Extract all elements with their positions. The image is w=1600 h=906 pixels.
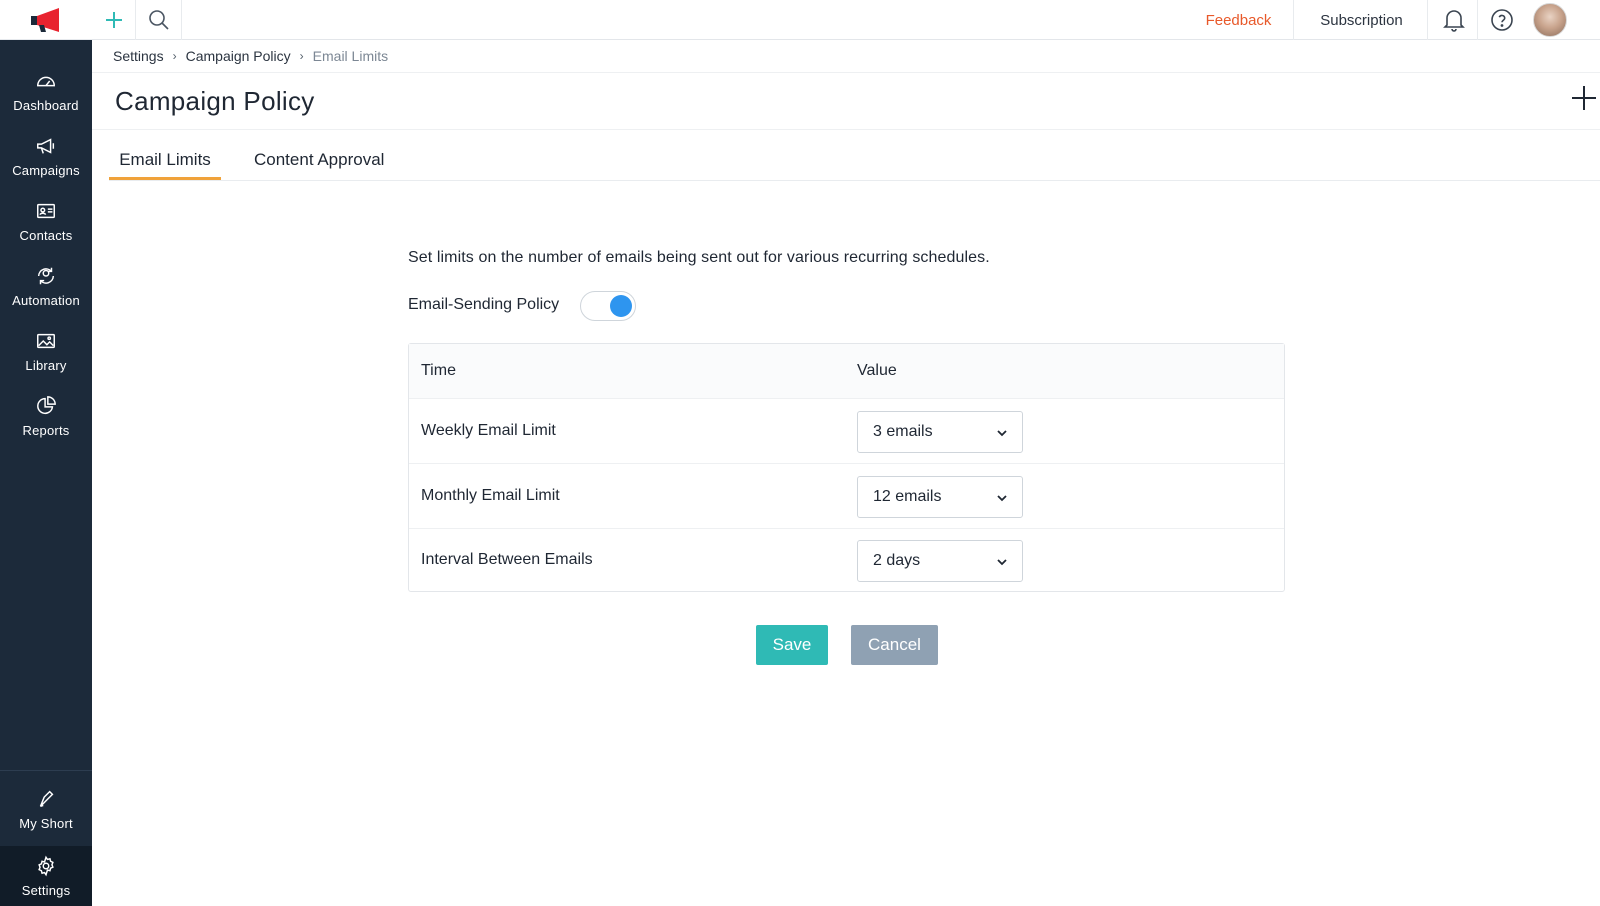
sidebar-item-reports[interactable]: Reports bbox=[0, 383, 92, 449]
email-sending-policy-label: Email-Sending Policy bbox=[408, 296, 560, 313]
breadcrumb-separator-icon: › bbox=[299, 49, 304, 63]
sidebar-item-campaigns[interactable]: Campaigns bbox=[0, 123, 92, 189]
sidebar-item-label: Library bbox=[25, 357, 67, 373]
select-value: 12 emails bbox=[873, 488, 942, 505]
sidebar-item-dashboard[interactable]: Dashboard bbox=[0, 58, 92, 124]
toggle-knob bbox=[610, 295, 632, 317]
add-icon[interactable] bbox=[1570, 84, 1598, 112]
weekly-limit-select[interactable]: 3 emails bbox=[857, 411, 1023, 453]
row-label: Interval Between Emails bbox=[421, 551, 593, 568]
email-sending-policy-toggle[interactable] bbox=[580, 291, 636, 321]
sidebar-item-label: Campaigns bbox=[12, 162, 80, 178]
tab-content-approval[interactable]: Content Approval bbox=[254, 140, 404, 180]
table-row-interval: Interval Between Emails 2 days bbox=[409, 529, 1284, 593]
topbar: Feedback Subscription bbox=[92, 0, 1600, 40]
sidebar-item-label: Reports bbox=[22, 422, 70, 438]
shortcut-icon bbox=[39, 790, 54, 807]
avatar bbox=[1533, 3, 1567, 37]
interval-select[interactable]: 2 days bbox=[857, 540, 1023, 582]
feedback-link[interactable]: Feedback bbox=[1184, 0, 1294, 40]
sidebar-item-automation[interactable]: Automation bbox=[0, 253, 92, 319]
sidebar-item-label: Settings bbox=[21, 882, 71, 898]
sidebar-item-my-short[interactable]: My Short bbox=[0, 776, 92, 842]
automation-icon bbox=[37, 267, 55, 284]
help-icon bbox=[1491, 9, 1513, 31]
notifications-button[interactable] bbox=[1430, 0, 1478, 40]
breadcrumb-settings[interactable]: Settings bbox=[113, 48, 164, 64]
email-limits-table: Time Value Weekly Email Limit 3 emails M… bbox=[408, 343, 1285, 592]
sidebar-item-label: Automation bbox=[12, 292, 80, 308]
row-label: Weekly Email Limit bbox=[421, 422, 556, 439]
sidebar-item-library[interactable]: Library bbox=[0, 318, 92, 384]
save-button[interactable]: Save bbox=[756, 625, 828, 665]
select-value: 2 days bbox=[873, 552, 921, 569]
app-logo[interactable] bbox=[0, 0, 92, 40]
breadcrumb-separator-icon: › bbox=[172, 49, 177, 63]
column-header-time: Time bbox=[421, 362, 456, 379]
pie-chart-icon bbox=[37, 395, 56, 414]
sidebar: Dashboard Campaigns Contacts Automation … bbox=[0, 0, 92, 906]
plus-icon bbox=[105, 12, 122, 28]
bell-icon bbox=[1442, 10, 1465, 32]
sidebar-item-label: My Short bbox=[19, 815, 73, 831]
help-button[interactable] bbox=[1478, 0, 1526, 40]
monthly-limit-select[interactable]: 12 emails bbox=[857, 476, 1023, 518]
image-icon bbox=[37, 333, 55, 348]
table-header: Time Value bbox=[409, 344, 1284, 399]
sidebar-item-label: Contacts bbox=[19, 227, 73, 243]
column-header-value: Value bbox=[857, 362, 897, 379]
breadcrumb: Settings › Campaign Policy › Email Limit… bbox=[113, 46, 388, 66]
megaphone-icon bbox=[37, 137, 55, 154]
search-icon bbox=[148, 10, 169, 30]
divider bbox=[92, 129, 1600, 130]
sidebar-divider bbox=[0, 770, 92, 771]
sidebar-item-contacts[interactable]: Contacts bbox=[0, 188, 92, 254]
cancel-button[interactable]: Cancel bbox=[851, 625, 938, 665]
chevron-down-icon bbox=[997, 430, 1007, 437]
tabs-divider bbox=[109, 180, 1600, 181]
quick-create-button[interactable] bbox=[92, 0, 136, 40]
select-value: 3 emails bbox=[873, 423, 933, 440]
table-row-monthly: Monthly Email Limit 12 emails bbox=[409, 465, 1284, 529]
chevron-down-icon bbox=[997, 559, 1007, 566]
megaphone-logo-icon bbox=[31, 7, 59, 32]
row-label: Monthly Email Limit bbox=[421, 487, 560, 504]
sidebar-item-settings[interactable]: Settings bbox=[0, 846, 92, 906]
page-title: Campaign Policy bbox=[115, 86, 315, 116]
table-row-weekly: Weekly Email Limit 3 emails bbox=[409, 400, 1284, 464]
tab-email-limits[interactable]: Email Limits bbox=[109, 140, 221, 180]
sidebar-item-label: Dashboard bbox=[13, 97, 79, 113]
subscription-link[interactable]: Subscription bbox=[1296, 0, 1428, 40]
gear-icon bbox=[38, 855, 54, 876]
contact-card-icon bbox=[37, 203, 55, 218]
breadcrumb-current: Email Limits bbox=[312, 48, 389, 64]
email-limits-description: Set limits on the number of emails being… bbox=[408, 249, 990, 266]
divider bbox=[92, 72, 1600, 73]
dashboard-icon bbox=[37, 76, 55, 86]
search-button[interactable] bbox=[136, 0, 182, 40]
breadcrumb-campaign-policy[interactable]: Campaign Policy bbox=[186, 48, 291, 64]
chevron-down-icon bbox=[997, 495, 1007, 502]
user-avatar-button[interactable] bbox=[1526, 0, 1574, 40]
